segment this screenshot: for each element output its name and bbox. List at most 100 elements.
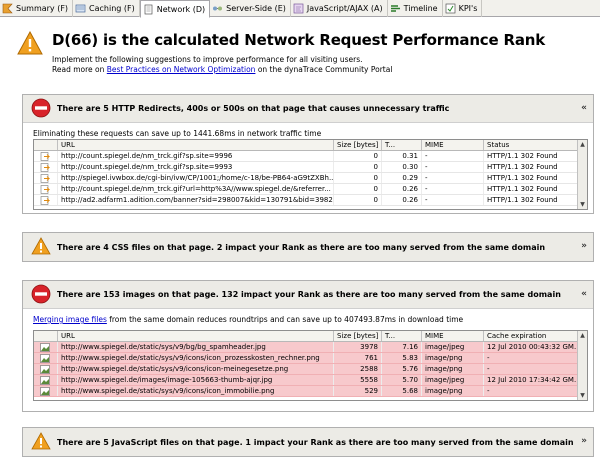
column-size[interactable]: Size [bytes] — [334, 331, 382, 341]
table-row[interactable]: http://www.spiegel.de/static/sys/v9/bg/b… — [34, 342, 587, 353]
summary-icon — [2, 3, 13, 14]
expand-icon[interactable]: » — [581, 436, 587, 446]
column-url[interactable]: URL — [58, 140, 334, 150]
tab-summary[interactable]: Summary (F) — [0, 0, 74, 17]
cell-mime: - — [422, 184, 484, 194]
scrollbar[interactable]: ▲ ▼ — [577, 140, 587, 209]
scrollbar[interactable]: ▲ ▼ — [577, 331, 587, 400]
scroll-up-icon[interactable]: ▲ — [578, 331, 587, 340]
images-savings-text: Merging image files from the same domain… — [33, 315, 464, 324]
cell-url: http://count.spiegel.de/nm_trck.gif?sp.s… — [58, 151, 334, 161]
column-url[interactable]: URL — [58, 331, 334, 341]
warning-icon — [17, 30, 43, 57]
redirects-panel-header[interactable]: There are 5 HTTP Redirects, 400s or 500s… — [23, 95, 593, 123]
cell-mime: - — [422, 195, 484, 205]
header-line-2: Read more on Best Practices on Network O… — [52, 65, 393, 74]
cell-time: 0.29 — [382, 173, 422, 183]
cell-url: http://www.spiegel.de/static/sys/v9/icon… — [58, 364, 334, 374]
expand-icon[interactable]: » — [581, 241, 587, 251]
redirect-file-icon — [40, 196, 51, 205]
cell-url: http://count.spiegel.de/nm_trck.gif?sp.s… — [58, 162, 334, 172]
tab-strip: Summary (F) Caching (F) Network (D) Serv… — [0, 0, 600, 18]
javascript-panel: There are 5 JavaScript files on that pag… — [22, 427, 594, 457]
cell-size: 761 — [334, 353, 382, 363]
table-row[interactable]: http://www.spiegel.de/static/sys/v9/icon… — [34, 386, 587, 397]
cell-mime: image/png — [422, 364, 484, 374]
cell-status: HTTP/1.1 302 Found — [484, 173, 579, 183]
cell-time: 5.83 — [382, 353, 422, 363]
scroll-down-icon[interactable]: ▼ — [578, 391, 587, 400]
cell-mime: image/png — [422, 386, 484, 396]
redirect-file-icon — [40, 152, 51, 161]
javascript-icon — [293, 3, 304, 14]
tab-label: KPI's — [458, 4, 478, 13]
redirect-file-icon — [40, 174, 51, 183]
scroll-down-icon[interactable]: ▼ — [578, 200, 587, 209]
column-status[interactable]: Status — [484, 140, 579, 150]
redirects-panel: There are 5 HTTP Redirects, 400s or 500s… — [22, 94, 594, 214]
table-row[interactable]: http://count.spiegel.de/nm_trck.gif?url=… — [34, 184, 587, 195]
column-time[interactable]: T... — [382, 331, 422, 341]
cell-time: 0.26 — [382, 195, 422, 205]
column-cache-expiration[interactable]: Cache expiration — [484, 331, 579, 341]
table-row[interactable]: http://www.spiegel.de/static/sys/v9/icon… — [34, 353, 587, 364]
tab-kpis[interactable]: KPI's — [443, 0, 483, 17]
cell-size: 2588 — [334, 364, 382, 374]
image-file-icon — [40, 376, 50, 385]
tab-caching[interactable]: Caching (F) — [73, 0, 140, 17]
warning-icon — [31, 237, 51, 257]
cell-mime: - — [422, 151, 484, 161]
css-panel-header[interactable]: There are 4 CSS files on that page. 2 im… — [23, 233, 593, 261]
cell-mime: image/jpeg — [422, 375, 484, 385]
cell-size: 0 — [334, 162, 382, 172]
tab-timeline[interactable]: Timeline — [388, 0, 443, 17]
collapse-icon[interactable]: « — [581, 289, 587, 299]
network-icon — [143, 4, 154, 15]
tab-label: Network (D) — [156, 4, 206, 14]
column-mime[interactable]: MIME — [422, 331, 484, 341]
image-file-icon — [40, 387, 50, 396]
table-row[interactable]: http://www.spiegel.de/images/image-10566… — [34, 375, 587, 386]
tab-label: Caching (F) — [89, 4, 135, 13]
redirects-table-body: http://count.spiegel.de/nm_trck.gif?sp.s… — [34, 151, 587, 206]
cell-time: 5.68 — [382, 386, 422, 396]
cell-time: 0.31 — [382, 151, 422, 161]
tab-label: Timeline — [403, 4, 438, 13]
cell-mime: - — [422, 173, 484, 183]
collapse-icon[interactable]: « — [581, 103, 587, 113]
tab-network[interactable]: Network (D) — [139, 0, 211, 18]
images-panel-header[interactable]: There are 153 images on that page. 132 i… — [23, 281, 593, 309]
image-file-icon — [40, 365, 50, 374]
table-row[interactable]: http://www.spiegel.de/static/sys/v9/icon… — [34, 364, 587, 375]
cell-time: 5.76 — [382, 364, 422, 374]
table-row[interactable]: http://spiegel.ivwbox.de/cgi-bin/ivw/CP/… — [34, 173, 587, 184]
column-time[interactable]: T... — [382, 140, 422, 150]
cell-url: http://count.spiegel.de/nm_trck.gif?url=… — [58, 184, 334, 194]
cell-size: 0 — [334, 173, 382, 183]
column-mime[interactable]: MIME — [422, 140, 484, 150]
tab-server-side[interactable]: Server-Side (E) — [210, 0, 291, 17]
column-size[interactable]: Size [bytes] — [334, 140, 382, 150]
table-row[interactable]: http://ad2.adfarm1.adition.com/banner?si… — [34, 195, 587, 206]
scroll-up-icon[interactable]: ▲ — [578, 140, 587, 149]
tab-label: Server-Side (E) — [226, 4, 286, 13]
redirect-file-icon — [40, 163, 51, 172]
redirects-table: URL Size [bytes] T... MIME Status http:/… — [33, 139, 588, 210]
tab-javascript[interactable]: JavaScript/AJAX (A) — [291, 0, 388, 17]
cell-time: 5.70 — [382, 375, 422, 385]
tab-label: Summary (F) — [16, 4, 69, 13]
table-header: URL Size [bytes] T... MIME Status — [34, 140, 587, 151]
cell-url: http://www.spiegel.de/static/sys/v9/bg/b… — [58, 342, 334, 352]
cell-url: http://www.spiegel.de/static/sys/v9/icon… — [58, 386, 334, 396]
best-practices-link[interactable]: Best Practices on Network Optimization — [107, 65, 256, 74]
table-row[interactable]: http://count.spiegel.de/nm_trck.gif?sp.s… — [34, 151, 587, 162]
tab-label: JavaScript/AJAX (A) — [306, 4, 383, 13]
cell-status: HTTP/1.1 302 Found — [484, 195, 579, 205]
redirect-file-icon — [40, 185, 51, 194]
table-row[interactable]: http://count.spiegel.de/nm_trck.gif?sp.s… — [34, 162, 587, 173]
cell-status: HTTP/1.1 302 Found — [484, 151, 579, 161]
merging-image-files-link[interactable]: Merging image files — [33, 315, 107, 324]
timeline-icon — [390, 3, 401, 14]
warning-icon — [31, 432, 51, 452]
javascript-panel-header[interactable]: There are 5 JavaScript files on that pag… — [23, 428, 593, 456]
